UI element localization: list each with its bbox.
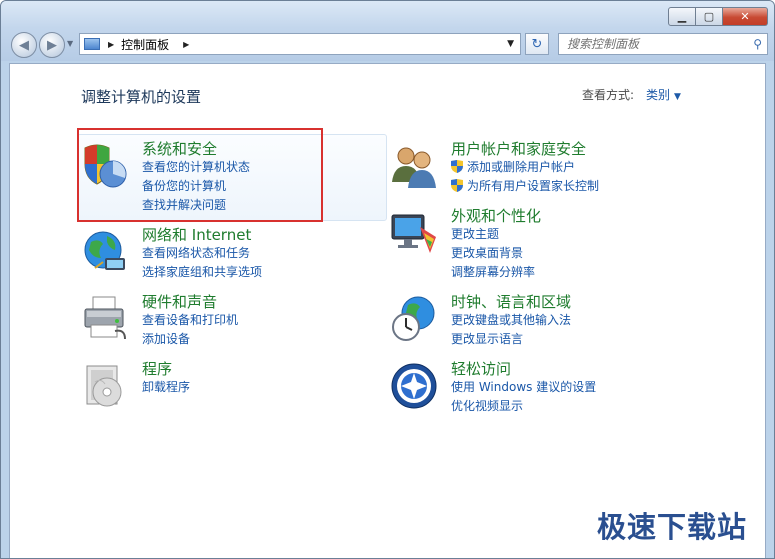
- category-link[interactable]: 调整屏幕分辨率: [451, 263, 535, 280]
- category-link[interactable]: 选择家庭组和共享选项: [142, 263, 262, 280]
- uac-shield-icon: [451, 160, 463, 173]
- category-title[interactable]: 系统和安全: [142, 138, 217, 159]
- search-icon[interactable]: ⚲: [753, 37, 762, 51]
- maximize-button[interactable]: ▢: [696, 7, 723, 26]
- category-link[interactable]: 卸载程序: [142, 378, 190, 395]
- window-controls: ▁ ▢ ✕: [668, 7, 768, 26]
- main-content: 调整计算机的设置 查看方式: 类别 ▼ 系统和安全 查看您的计算机状态 备份您的计…: [9, 63, 766, 558]
- recent-pages-dropdown[interactable]: ▼: [67, 39, 73, 48]
- minimize-button[interactable]: ▁: [668, 7, 696, 26]
- category-link[interactable]: 查找并解决问题: [142, 196, 226, 213]
- breadcrumb-control-panel[interactable]: 控制面板: [121, 36, 169, 53]
- monitor-paint-icon: [391, 214, 436, 253]
- refresh-icon: ↻: [531, 36, 543, 52]
- category-link[interactable]: 查看网络状态和任务: [142, 244, 250, 261]
- category-title[interactable]: 用户帐户和家庭安全: [451, 138, 586, 159]
- refresh-button[interactable]: ↻: [525, 33, 549, 55]
- category-link[interactable]: 更改桌面背景: [451, 244, 523, 261]
- category-link[interactable]: 更改主题: [451, 225, 499, 242]
- forward-arrow-icon: ▶: [47, 37, 57, 53]
- printer-icon: [84, 296, 126, 340]
- breadcrumb-separator-icon[interactable]: ▶: [108, 40, 114, 49]
- shield-pie-icon: [84, 144, 127, 188]
- users-icon: [392, 147, 436, 188]
- search-input[interactable]: [565, 36, 745, 52]
- category-link[interactable]: 更改显示语言: [451, 330, 523, 347]
- maximize-icon: ▢: [703, 10, 715, 23]
- close-icon: ✕: [740, 10, 750, 23]
- forward-button[interactable]: ▶: [39, 32, 65, 58]
- uac-shield-icon: [451, 179, 463, 192]
- category-title[interactable]: 硬件和声音: [142, 291, 217, 312]
- close-button[interactable]: ✕: [723, 7, 768, 26]
- category-title[interactable]: 网络和 Internet: [142, 224, 251, 245]
- category-title[interactable]: 轻松访问: [451, 358, 511, 379]
- category-link[interactable]: 添加设备: [142, 330, 190, 347]
- back-button[interactable]: ◀: [11, 32, 37, 58]
- category-link[interactable]: 查看您的计算机状态: [142, 158, 250, 175]
- view-by-value[interactable]: 类别: [646, 88, 670, 102]
- page-title: 调整计算机的设置: [81, 88, 202, 106]
- address-dropdown-icon[interactable]: ▼: [507, 39, 514, 49]
- control-panel-icon: [84, 38, 100, 50]
- chevron-down-icon[interactable]: ▼: [674, 92, 681, 102]
- category-link[interactable]: 备份您的计算机: [142, 177, 226, 194]
- minimize-icon: ▁: [677, 10, 687, 23]
- category-title[interactable]: 时钟、语言和区域: [451, 291, 571, 312]
- back-arrow-icon: ◀: [19, 37, 29, 53]
- title-bar: ▁ ▢ ✕ ◀ ▶ ▼ ▶ 控制面板 ▶ ▼ ↻ ⚲: [1, 1, 774, 61]
- clock-globe-icon: [392, 296, 435, 341]
- category-link-label[interactable]: 添加或删除用户帐户: [467, 160, 575, 174]
- breadcrumb-separator-icon[interactable]: ▶: [183, 40, 189, 49]
- category-link-label[interactable]: 为所有用户设置家长控制: [467, 179, 599, 193]
- control-panel-window: ▁ ▢ ✕ ◀ ▶ ▼ ▶ 控制面板 ▶ ▼ ↻ ⚲ 调整计算机的设置 查看方式…: [0, 0, 775, 559]
- category-link[interactable]: 优化视频显示: [451, 397, 523, 414]
- category-title[interactable]: 外观和个性化: [451, 205, 541, 226]
- ease-of-access-icon: [391, 363, 437, 409]
- address-bar[interactable]: ▶ 控制面板 ▶ ▼: [79, 33, 521, 55]
- category-link[interactable]: 更改键盘或其他输入法: [451, 311, 571, 328]
- category-link[interactable]: 为所有用户设置家长控制: [451, 177, 599, 194]
- view-by-dropdown[interactable]: 类别 ▼: [646, 86, 681, 103]
- category-link[interactable]: 使用 Windows 建议的设置: [451, 378, 596, 395]
- category-link[interactable]: 添加或删除用户帐户: [451, 158, 575, 175]
- programs-icon: [86, 365, 122, 407]
- category-title[interactable]: 程序: [142, 358, 172, 379]
- search-box[interactable]: ⚲: [558, 33, 768, 55]
- category-link[interactable]: 查看设备和打印机: [142, 311, 238, 328]
- globe-network-icon: [84, 231, 125, 270]
- view-by-label: 查看方式:: [582, 88, 635, 102]
- site-watermark: 极速下载站: [596, 510, 747, 544]
